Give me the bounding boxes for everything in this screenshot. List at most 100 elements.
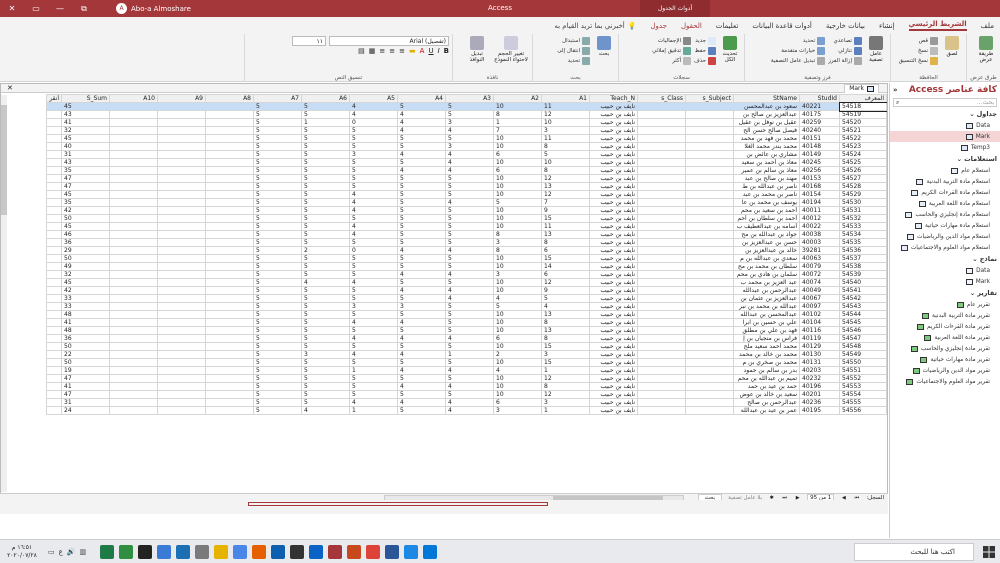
table-cell[interactable]: 4 — [397, 350, 446, 359]
table-cell[interactable]: 15 — [541, 254, 590, 263]
table-cell[interactable]: نايف بن حبيب — [589, 110, 638, 119]
table-cell[interactable]: 5 — [397, 230, 446, 239]
table-cell[interactable]: 5 — [349, 182, 398, 191]
table-row[interactable]: 54548 40129 محمد أحمد سعيد ملح نايف بن حبيب… — [46, 342, 887, 351]
table-cell[interactable]: 15 — [541, 214, 590, 223]
table-cell[interactable] — [109, 222, 158, 231]
nav-item[interactable]: استعلام مواد العلوم والاجتماعيات — [890, 242, 1000, 253]
table-cell[interactable]: 5 — [301, 102, 350, 111]
table-cell[interactable] — [685, 350, 734, 359]
fill-color-icon[interactable]: ▤ — [358, 47, 365, 55]
settings-icon[interactable] — [176, 544, 191, 559]
column-header[interactable]: A6 — [301, 94, 350, 103]
table-cell[interactable]: 3 — [493, 270, 542, 279]
table-cell[interactable]: 5 — [253, 270, 302, 279]
table-row[interactable]: 54542 40067 عبدالعزيز بن عثمان بن نايف بن ح… — [46, 294, 887, 303]
table-cell[interactable] — [46, 334, 62, 343]
nav-item[interactable]: تقرير مواد العلوم والاجتماعيات — [890, 376, 1000, 387]
table-cell[interactable]: نايف بن حبيب — [589, 334, 638, 343]
table-cell[interactable]: ناصر بن محمد بن عبد — [733, 190, 800, 199]
table-row[interactable]: 54553 40196 حمد بن عيد بن حمد نايف بن حبيب 8… — [46, 382, 887, 391]
table-cell[interactable] — [46, 166, 62, 175]
table-cell[interactable] — [46, 246, 62, 255]
table-cell[interactable] — [685, 286, 734, 295]
table-cell[interactable]: 5 — [349, 142, 398, 151]
user-account[interactable]: A Abo-a Almoshare — [116, 3, 191, 14]
table-cell[interactable]: 5 — [349, 166, 398, 175]
table-cell[interactable]: 47 — [61, 374, 110, 383]
table-cell[interactable] — [157, 390, 206, 399]
table-row[interactable]: 54527 40153 مهند بن صالح بن عبد نايف بن حبي… — [46, 174, 887, 183]
table-cell[interactable]: 10 — [493, 254, 542, 263]
table-cell[interactable] — [109, 326, 158, 335]
table-cell[interactable]: 47 — [61, 182, 110, 191]
table-cell[interactable]: 54518 — [838, 101, 887, 112]
table-cell[interactable]: 54534 — [839, 230, 887, 239]
table-cell[interactable]: 5 — [253, 238, 302, 247]
table-cell[interactable] — [685, 390, 734, 399]
table-cell[interactable] — [637, 406, 686, 415]
table-cell[interactable]: 5 — [349, 286, 398, 295]
table-cell[interactable]: 5 — [301, 390, 350, 399]
table-cell[interactable]: 2 — [493, 350, 542, 359]
table-row[interactable]: 54528 40168 ناصر بن عبدالله بن ط نايف بن حب… — [46, 182, 887, 191]
nav-item[interactable]: تقرير مادة إنجليزي والحاسب — [890, 343, 1000, 354]
table-cell[interactable]: 24 — [61, 406, 110, 415]
table-cell[interactable]: 40194 — [799, 198, 840, 207]
table-cell[interactable] — [685, 222, 734, 231]
table-cell[interactable]: 10 — [541, 118, 590, 127]
nav-item[interactable]: تقرير مادة مهارات حياتية — [890, 354, 1000, 365]
table-cell[interactable]: 1 — [349, 406, 398, 415]
table-cell[interactable]: 5 — [301, 214, 350, 223]
table-cell[interactable]: 42 — [61, 206, 110, 215]
table-cell[interactable] — [157, 398, 206, 407]
table-cell[interactable]: 40151 — [799, 134, 840, 143]
table-cell[interactable]: 40148 — [799, 142, 840, 151]
table-cell[interactable]: أحمد بن سلطان بن أحم — [733, 214, 800, 223]
table-cell[interactable] — [205, 382, 254, 391]
table-cell[interactable]: 3 — [445, 118, 494, 127]
table-cell[interactable]: 5 — [253, 214, 302, 223]
table-cell[interactable]: 4 — [541, 302, 590, 311]
table-cell[interactable]: 41 — [61, 118, 110, 127]
nav-section-header[interactable]: استعلامات ⌄ — [890, 153, 1000, 165]
column-header[interactable]: A4 — [397, 94, 446, 103]
table-cell[interactable] — [109, 174, 158, 183]
restore-icon[interactable]: ⧉ — [72, 0, 96, 17]
table-cell[interactable]: 5 — [253, 206, 302, 215]
table-cell[interactable]: 5 — [445, 214, 494, 223]
table-cell[interactable] — [205, 342, 254, 351]
table-cell[interactable]: 5 — [301, 142, 350, 151]
table-cell[interactable] — [157, 230, 206, 239]
table-cell[interactable]: حسن بن عبدالعزيز بن — [733, 238, 800, 247]
table-cell[interactable]: 50 — [61, 342, 110, 351]
table-cell[interactable] — [109, 398, 158, 407]
table-cell[interactable]: 40130 — [799, 350, 840, 359]
word-icon[interactable] — [385, 544, 400, 559]
table-cell[interactable] — [205, 126, 254, 135]
table-cell[interactable]: 4 — [397, 318, 446, 327]
table-cell[interactable]: 4 — [397, 150, 446, 159]
table-cell[interactable] — [46, 198, 62, 207]
table-cell[interactable] — [109, 102, 158, 111]
table-cell[interactable]: 40 — [61, 142, 110, 151]
table-cell[interactable]: حمد بن عيد بن حمد — [733, 382, 800, 391]
table-cell[interactable] — [157, 246, 206, 255]
table-cell[interactable]: 5 — [445, 278, 494, 287]
table-cell[interactable] — [109, 118, 158, 127]
table-cell[interactable] — [157, 222, 206, 231]
table-cell[interactable]: 5 — [349, 270, 398, 279]
table-cell[interactable]: 5 — [301, 254, 350, 263]
table-cell[interactable]: 50 — [61, 214, 110, 223]
table-cell[interactable]: 5 — [301, 302, 350, 311]
table-cell[interactable] — [685, 230, 734, 239]
table-cell[interactable]: 6 — [493, 166, 542, 175]
doc-tab-mark[interactable]: Mark — [844, 84, 879, 93]
table-cell[interactable] — [109, 126, 158, 135]
table-cell[interactable] — [46, 310, 62, 319]
table-cell[interactable]: مهند بن صالح بن عبد — [733, 174, 800, 183]
table-cell[interactable]: 10 — [493, 342, 542, 351]
table-cell[interactable] — [157, 342, 206, 351]
table-cell[interactable] — [157, 166, 206, 175]
table-cell[interactable]: 54553 — [839, 382, 887, 391]
